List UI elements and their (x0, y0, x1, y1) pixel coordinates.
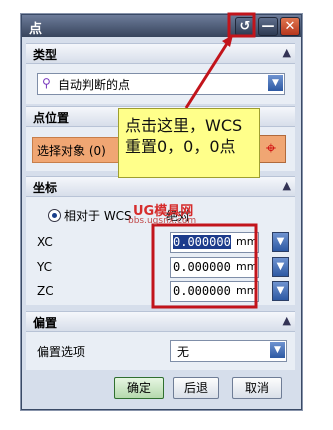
annotation-callout: 点击这里，WCS 重置0，0，0点 (118, 108, 260, 178)
watermark-url: bbs.ugsnx.com (128, 216, 197, 226)
callout-line-1: 点击这里，WCS (125, 116, 243, 135)
reset-highlight-box (227, 12, 256, 38)
annotation-arrow (184, 41, 230, 109)
coords-highlight-box (151, 223, 258, 309)
callout-line-2: 重置0，0，0点 (125, 137, 236, 156)
